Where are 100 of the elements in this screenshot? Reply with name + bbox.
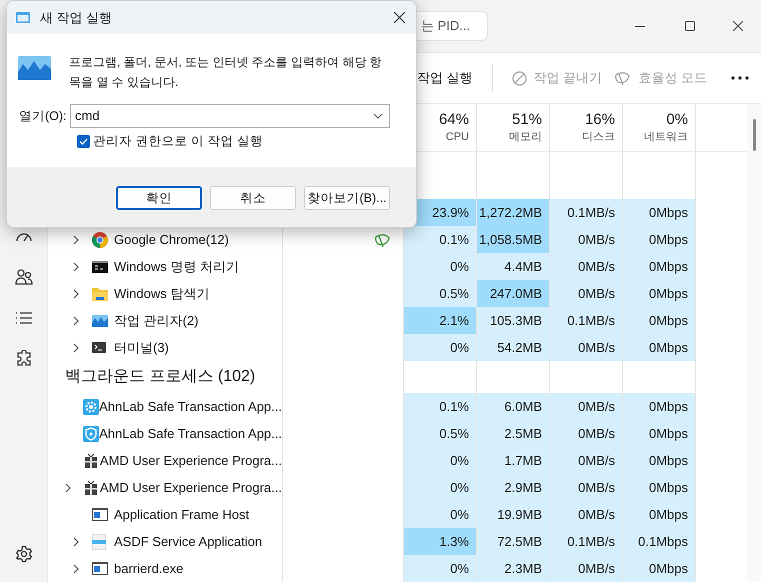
table-cell: 0Mbps (622, 420, 695, 447)
process-name[interactable]: AMD User Experience Progra... (100, 478, 282, 498)
table-cell: 1.7MB (476, 447, 549, 474)
window-icon (92, 562, 108, 575)
process-name[interactable]: Application Frame Host (114, 504, 250, 524)
chevron-icon[interactable] (64, 482, 71, 492)
chevron-icon[interactable] (73, 288, 79, 298)
table-cell: 0Mbps (622, 393, 695, 420)
column-header[interactable]: 0% 네트워크 (622, 104, 695, 151)
table-cell: 54.2MB (476, 334, 549, 361)
table-cell: 0.1Mbps (622, 528, 695, 555)
puzzle-icon[interactable] (14, 350, 32, 368)
table-cell: 0.1MB/s (549, 199, 622, 226)
table-cell: 1,272.2MB (476, 199, 549, 226)
table-cell: 19.9MB (476, 501, 549, 528)
table-cell: 0Mbps (622, 253, 695, 280)
chart-icon (92, 314, 108, 326)
terminal-icon (92, 342, 106, 353)
table-cell: 2.9MB (476, 474, 549, 501)
table-cell: 0MB/s (549, 501, 622, 528)
table-cell: 0Mbps (622, 555, 695, 582)
table-cell: 0Mbps (622, 334, 695, 361)
combo-box[interactable]: cmd (70, 104, 390, 128)
process-name[interactable]: AhnLab Safe Transaction App... (99, 396, 282, 416)
chevron-icon[interactable] (73, 342, 79, 352)
table-cell: 0.5% (403, 420, 476, 447)
table-cell: 2.5MB (476, 420, 549, 447)
table-cell: 0Mbps (622, 501, 695, 528)
list-icon[interactable] (14, 311, 32, 325)
table-cell: 0.1% (403, 226, 476, 253)
table-cell: 105.3MB (476, 307, 549, 334)
dialog-button[interactable]: 취소 (210, 186, 296, 210)
checkbox[interactable] (77, 134, 90, 148)
column-header[interactable]: 51% 메모리 (476, 104, 549, 151)
close-icon[interactable] (733, 21, 743, 31)
table-cell: 0MB/s (549, 226, 622, 253)
process-name[interactable]: 터미널(3) (114, 338, 169, 358)
table-cell: 6.0MB (476, 393, 549, 420)
chevron-icon[interactable] (73, 234, 79, 244)
table-cell: 0.1MB/s (549, 528, 622, 555)
close-icon[interactable] (394, 12, 404, 23)
process-name[interactable]: ASDF Service Application (114, 532, 262, 552)
table-cell: 4.4MB (476, 253, 549, 280)
maximize-icon[interactable] (685, 21, 695, 31)
shield-icon (83, 426, 100, 442)
process-name[interactable]: Windows 명령 처리기 (114, 256, 239, 276)
table-cell: 0.1% (403, 393, 476, 420)
console-icon (92, 260, 108, 272)
leaf-icon (614, 70, 632, 86)
open-label: 열기(O): (19, 108, 68, 125)
table-cell: 0Mbps (622, 307, 695, 334)
table-cell: 0.5% (403, 280, 476, 307)
table-cell: 0Mbps (622, 280, 695, 307)
chevron-icon[interactable] (73, 262, 79, 272)
document-icon (92, 534, 106, 550)
table-cell: 0.1MB/s (549, 307, 622, 334)
gift-icon (84, 452, 98, 468)
dialog-button[interactable]: 찾아보기(B)... (304, 186, 390, 210)
checkbox-label: 관리자 권한으로 이 작업 실행 (93, 133, 263, 150)
table-cell: 0% (403, 474, 476, 501)
table-cell: 0MB/s (549, 447, 622, 474)
table-cell: 0% (403, 334, 476, 361)
chevron-icon[interactable] (73, 316, 79, 326)
table-cell: 1,058.5MB (476, 226, 549, 253)
dialog-button[interactable]: 확인 (116, 186, 202, 210)
window-icon (92, 508, 108, 521)
process-name[interactable]: barrierd.exe (114, 558, 184, 578)
process-name[interactable]: Windows 탐색기 (114, 284, 210, 304)
table-cell: 0MB/s (549, 555, 622, 582)
gear-icon (83, 398, 100, 414)
table-cell: 0% (403, 253, 476, 280)
process-name[interactable]: AMD User Experience Progra... (100, 450, 282, 470)
table-cell: 0% (403, 501, 476, 528)
table-cell: 2.1% (403, 307, 476, 334)
table-cell: 72.5MB (476, 528, 549, 555)
scrollbar-thumb[interactable] (752, 119, 756, 151)
chrome-icon (92, 232, 108, 248)
settings-icon[interactable] (14, 545, 32, 563)
more-icon[interactable] (731, 76, 749, 80)
group-header: 백그라운드 프로세스 (102) (65, 367, 256, 387)
window-title: 새 작업 실행 (40, 8, 112, 27)
table-cell: 0MB/s (549, 474, 622, 501)
table-cell: 0Mbps (622, 199, 695, 226)
column-header[interactable]: 16% 디스크 (549, 104, 622, 151)
table-cell: 1.3% (403, 528, 476, 555)
table-cell: 0% (403, 555, 476, 582)
chevron-icon[interactable] (73, 564, 79, 574)
table-cell: 0Mbps (622, 447, 695, 474)
table-cell: 2.3MB (476, 555, 549, 582)
table-cell: 0MB/s (549, 280, 622, 307)
process-name[interactable]: 작업 관리자(2) (114, 310, 198, 330)
table-cell: 0MB/s (549, 253, 622, 280)
table-cell: 0MB/s (549, 334, 622, 361)
chart-icon (18, 56, 51, 80)
process-name[interactable]: AhnLab Safe Transaction App... (99, 424, 282, 444)
table-cell: 0% (403, 447, 476, 474)
users-icon[interactable] (14, 268, 32, 286)
chevron-icon[interactable] (73, 536, 79, 546)
process-name[interactable]: Google Chrome(12) (114, 230, 229, 250)
table-cell: 0Mbps (622, 474, 695, 501)
